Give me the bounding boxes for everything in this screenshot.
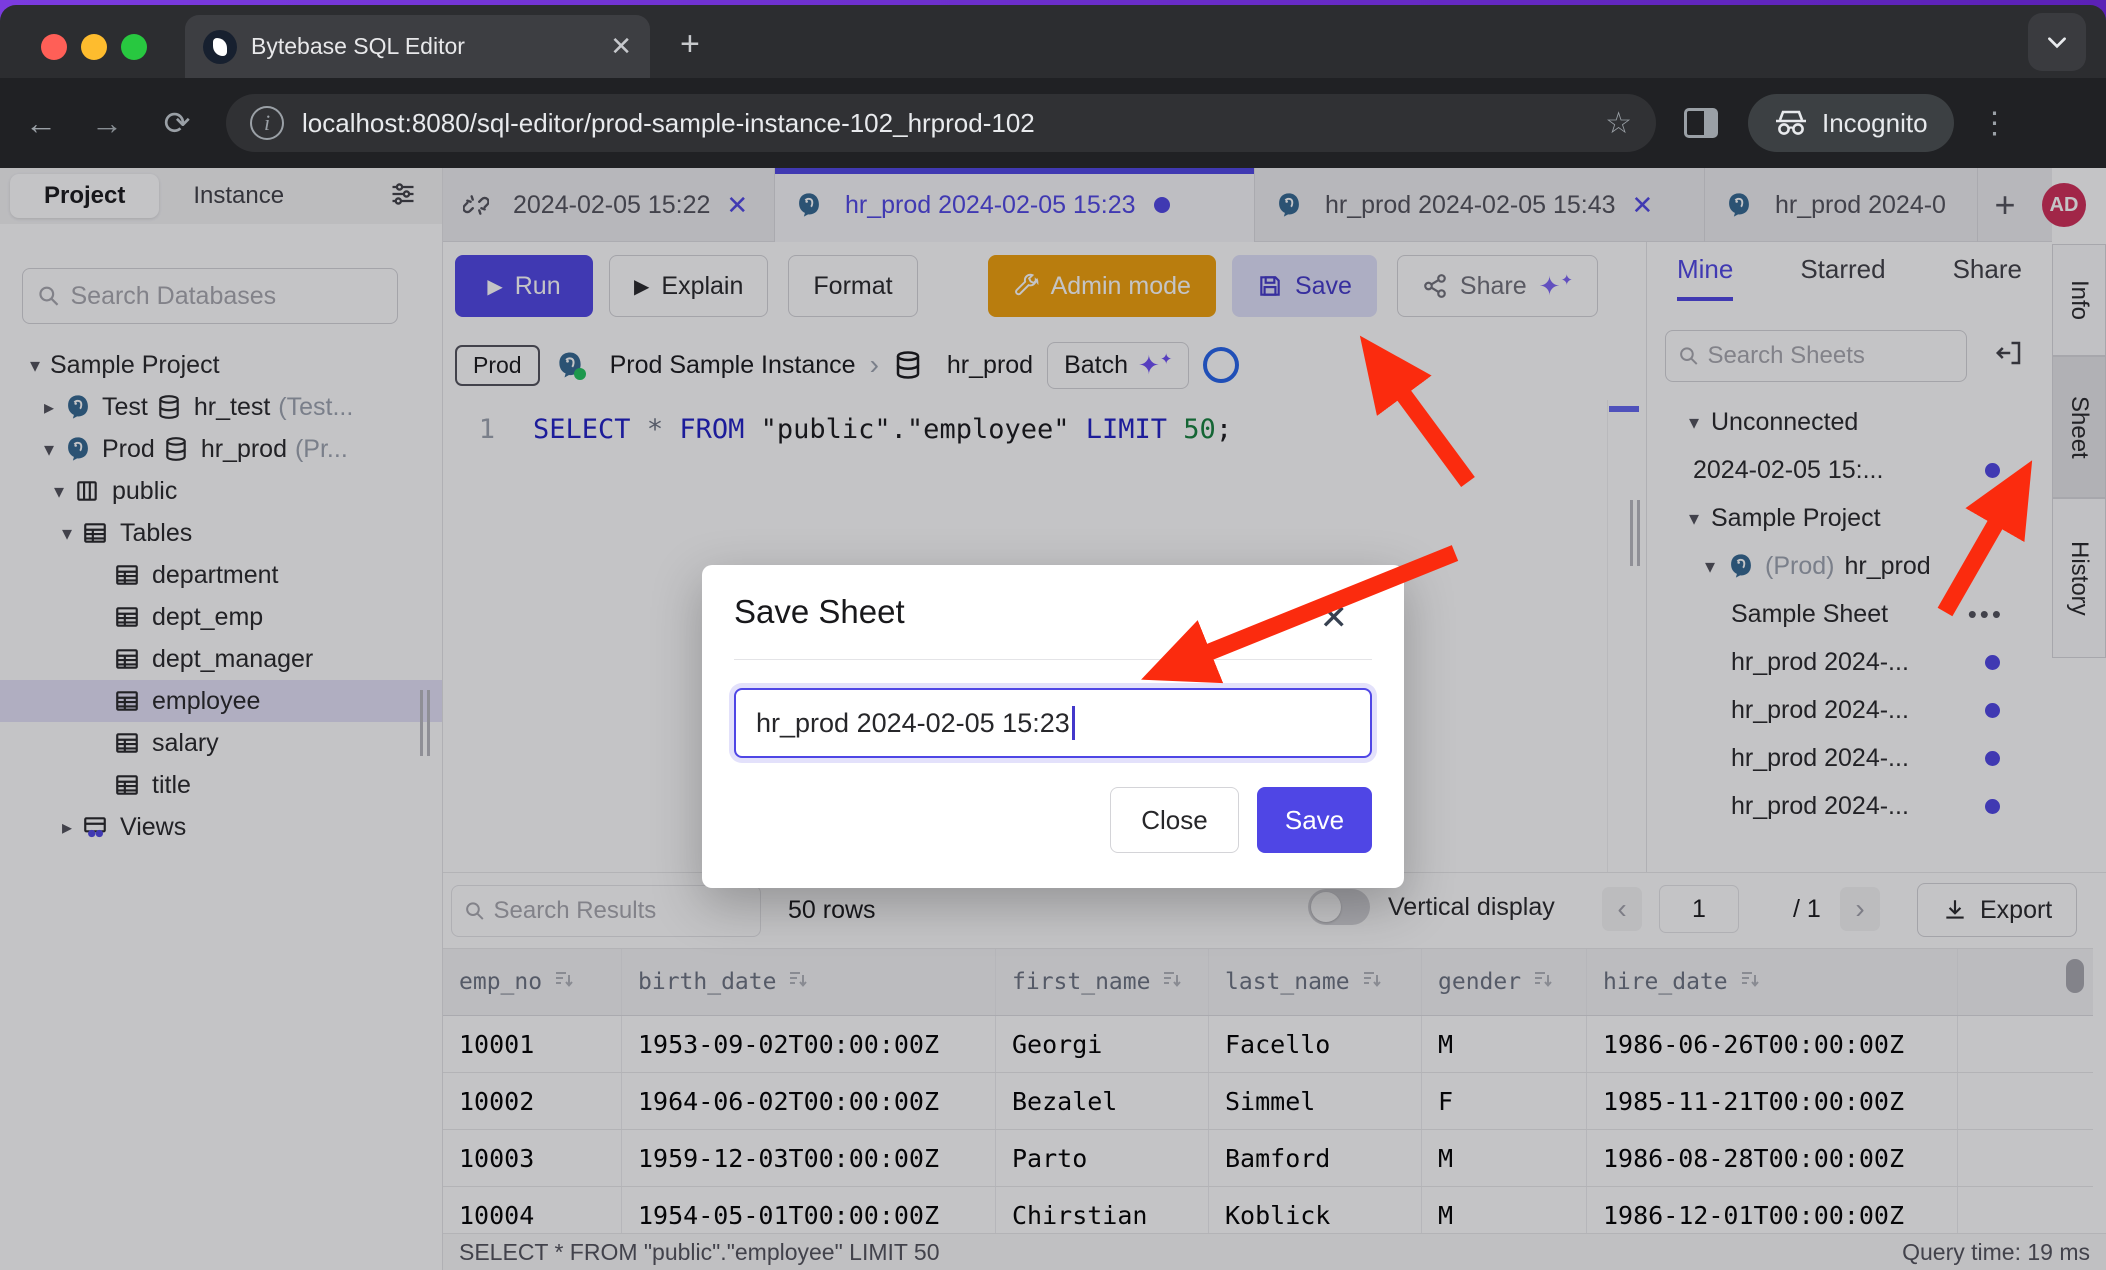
traffic-light-zoom-icon[interactable] bbox=[121, 34, 147, 60]
side-panel-icon[interactable] bbox=[1684, 108, 1718, 138]
chevron-down-icon bbox=[2044, 29, 2070, 55]
new-tab-button[interactable]: + bbox=[680, 27, 700, 61]
bookmark-star-icon[interactable]: ☆ bbox=[1605, 106, 1632, 141]
url-bar[interactable]: i localhost:8080/sql-editor/prod-sample-… bbox=[226, 94, 1656, 152]
url-text: localhost:8080/sql-editor/prod-sample-in… bbox=[302, 108, 1587, 139]
tab-close-icon[interactable]: ✕ bbox=[610, 31, 632, 62]
browser-menu-icon[interactable]: ⋮ bbox=[1980, 106, 2010, 141]
browser-tab[interactable]: Bytebase SQL Editor ✕ bbox=[185, 15, 650, 78]
screenshot-stage: Bytebase SQL Editor ✕ + ← → ⟳ i localhos… bbox=[0, 0, 2106, 1270]
sheet-name-input[interactable]: hr_prod 2024-02-05 15:23 bbox=[734, 688, 1372, 758]
browser-chrome: Bytebase SQL Editor ✕ + ← → ⟳ i localhos… bbox=[0, 5, 2106, 168]
bytebase-favicon-icon bbox=[203, 30, 237, 64]
incognito-badge: Incognito bbox=[1748, 94, 1954, 152]
incognito-icon bbox=[1774, 110, 1808, 136]
forward-button[interactable]: → bbox=[84, 105, 130, 142]
dialog-divider bbox=[734, 659, 1372, 660]
text-cursor bbox=[1072, 706, 1075, 740]
save-sheet-dialog: Save Sheet ✕ hr_prod 2024-02-05 15:23 Cl… bbox=[702, 565, 1404, 888]
browser-tabstrip: Bytebase SQL Editor ✕ + bbox=[0, 5, 2106, 78]
traffic-light-close-icon[interactable] bbox=[41, 34, 67, 60]
browser-tab-title: Bytebase SQL Editor bbox=[251, 33, 596, 60]
dialog-close-icon[interactable]: ✕ bbox=[1320, 601, 1349, 635]
reload-button[interactable]: ⟳ bbox=[154, 104, 200, 142]
dialog-title: Save Sheet bbox=[734, 593, 905, 631]
traffic-light-minimize-icon[interactable] bbox=[81, 34, 107, 60]
back-button[interactable]: ← bbox=[18, 105, 64, 142]
incognito-label: Incognito bbox=[1822, 108, 1928, 139]
save-button[interactable]: Save bbox=[1257, 787, 1372, 853]
close-button[interactable]: Close bbox=[1110, 787, 1239, 853]
browser-navbar: ← → ⟳ i localhost:8080/sql-editor/prod-s… bbox=[0, 78, 2106, 168]
tab-search-button[interactable] bbox=[2028, 13, 2086, 71]
site-info-icon[interactable]: i bbox=[250, 106, 284, 140]
